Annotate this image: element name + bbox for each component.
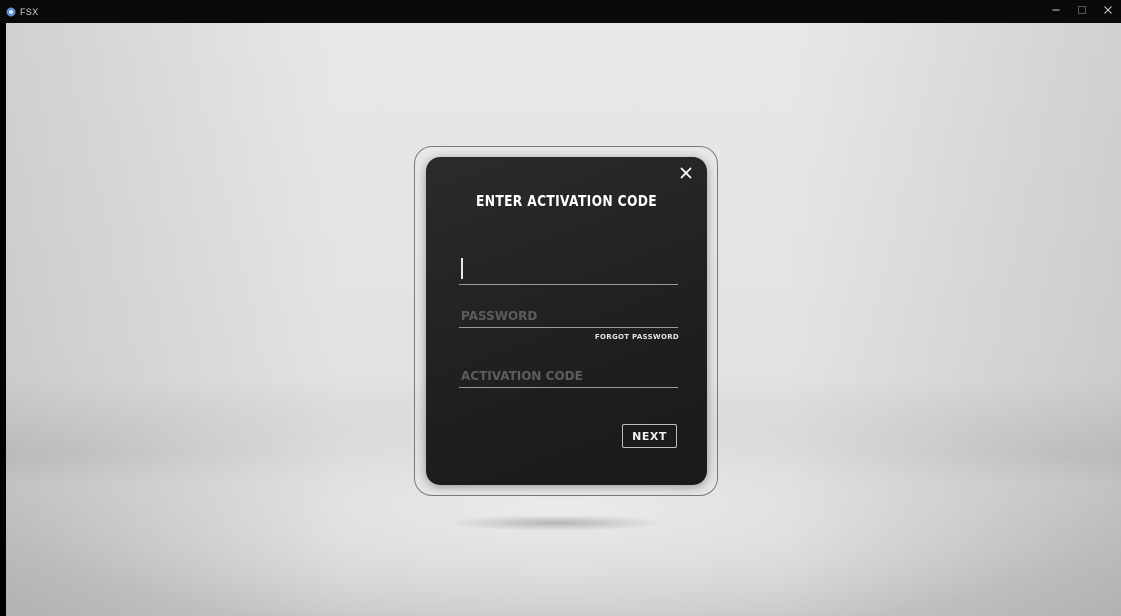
minimize-button[interactable] — [1043, 0, 1069, 23]
next-button[interactable]: NEXT — [622, 424, 677, 448]
password-input[interactable] — [459, 305, 678, 327]
window-title: FSX — [20, 6, 39, 17]
title-bar: FSX — [0, 0, 1121, 23]
text-caret — [461, 258, 463, 279]
window-close-button[interactable] — [1095, 0, 1121, 23]
app-logo-icon — [6, 7, 16, 17]
dialog-close-button[interactable] — [678, 167, 694, 183]
dialog-title: ENTER ACTIVATION CODE — [476, 192, 657, 210]
activation-code-field[interactable] — [459, 365, 678, 388]
activation-dialog: ENTER ACTIVATION CODE FORGOT PASSWORD NE… — [426, 157, 707, 485]
close-icon — [1104, 6, 1112, 17]
minimize-icon — [1052, 6, 1060, 17]
activation-code-input[interactable] — [459, 365, 678, 387]
window-controls — [1043, 0, 1121, 23]
username-field[interactable] — [459, 253, 678, 285]
maximize-button[interactable] — [1069, 0, 1095, 23]
maximize-icon — [1078, 6, 1086, 17]
close-icon — [680, 166, 692, 184]
username-input[interactable] — [459, 253, 678, 284]
app-window: FSX ENTER ACTIVATION CODE FORGOT PASSWOR… — [0, 0, 1121, 616]
password-field[interactable] — [459, 305, 678, 328]
forgot-password-link[interactable]: FORGOT PASSWORD — [426, 333, 679, 341]
